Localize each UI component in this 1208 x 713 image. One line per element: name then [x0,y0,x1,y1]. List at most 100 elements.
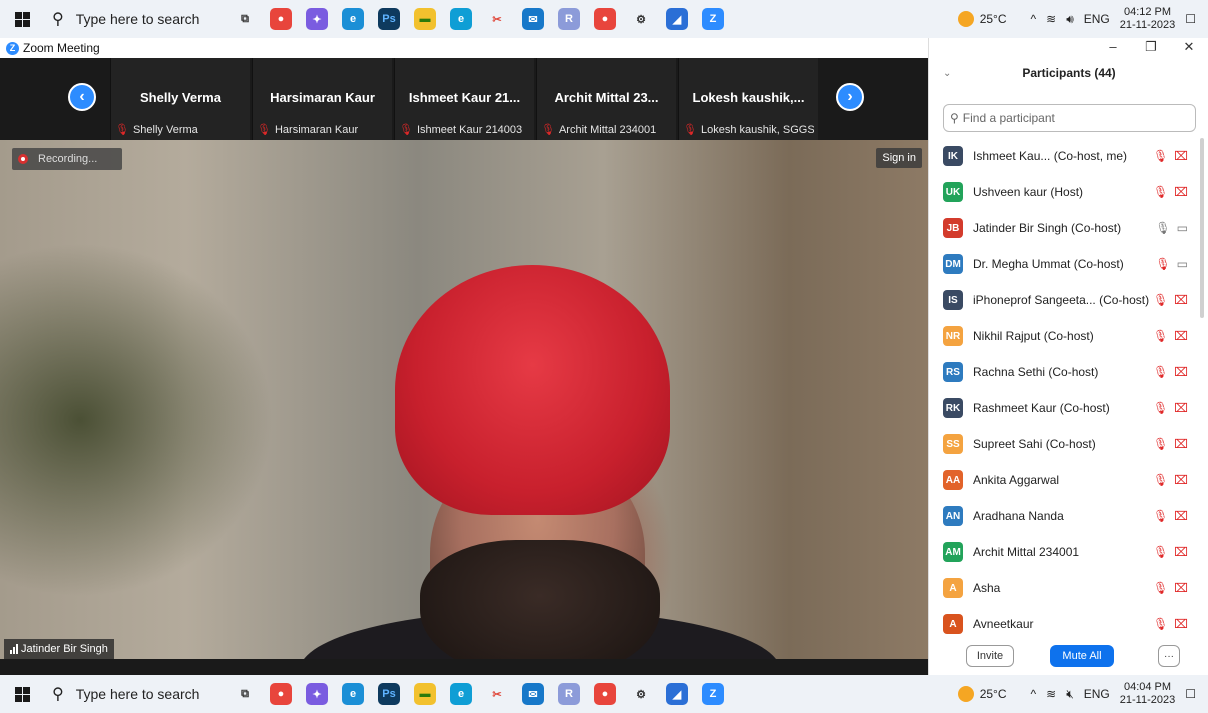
participant-row[interactable]: AA Ankita Aggarwal 🎙︎ ⌧ [943,462,1188,498]
snipping-tool-icon[interactable]: ✂ [486,8,508,30]
network-icon[interactable]: ≋ [1046,12,1056,26]
participant-row[interactable]: IS iPhoneprof Sangeeta... (Co-host) 🎙︎ ⌧ [943,282,1188,318]
participant-search-input[interactable]: ⚲ Find a participant [943,104,1196,132]
copilot-icon[interactable]: ✦ [306,8,328,30]
chevron-up-icon[interactable]: ^ [1031,687,1037,701]
participant-row[interactable]: SS Supreet Sahi (Co-host) 🎙︎ ⌧ [943,426,1188,462]
participant-row[interactable]: IK Ishmeet Kau... (Co-host, me) 🎙︎ ⌧ [943,138,1188,174]
mic-muted-icon[interactable]: 🎙︎ [1153,329,1168,343]
participant-row[interactable]: AM Archit Mittal 234001 🎙︎ ⌧ [943,534,1188,570]
mic-icon[interactable]: 🎙︎ [1155,221,1170,235]
video-off-icon[interactable]: ⌧ [1174,365,1188,379]
participant-tile[interactable]: Archit Mittal 23... 🎙︎ Archit Mittal 23400… [536,58,676,140]
video-off-icon[interactable]: ⌧ [1174,581,1188,595]
taskbar-search[interactable]: ⚲ Type here to search [44,675,224,713]
video-off-icon[interactable]: ⌧ [1174,545,1188,559]
chevron-up-icon[interactable]: ^ [1031,12,1037,26]
weather-widget[interactable]: 25°C [957,11,1007,27]
windows-start-icon[interactable] [0,0,44,38]
r-icon[interactable]: R [558,8,580,30]
close-icon[interactable]: ✕ [1170,38,1208,58]
participant-tile[interactable]: Ishmeet Kaur 21... 🎙︎ Ishmeet Kaur 214003 [394,58,534,140]
edge-icon[interactable]: e [342,683,364,705]
participant-row[interactable]: RS Rachna Sethi (Co-host) 🎙︎ ⌧ [943,354,1188,390]
mic-muted-icon[interactable]: 🎙︎ [1153,509,1168,523]
video-off-icon[interactable]: ⌧ [1174,293,1188,307]
mic-muted-icon[interactable]: 🎙︎ [1153,437,1168,451]
notification-icon[interactable]: ☐ [1185,12,1196,26]
video-icon[interactable]: ▭ [1177,257,1188,271]
lang-indicator[interactable]: ENG [1084,687,1110,701]
participant-row[interactable]: AN Aradhana Nanda 🎙︎ ⌧ [943,498,1188,534]
photoshop-icon[interactable]: Ps [378,8,400,30]
file-explorer-icon[interactable]: ▬ [414,683,436,705]
taskbar-search[interactable]: ⚲ Type here to search [44,0,224,38]
photos-icon[interactable]: ◢ [666,8,688,30]
participant-row[interactable]: RK Rashmeet Kaur (Co-host) 🎙︎ ⌧ [943,390,1188,426]
mail-icon[interactable]: ✉ [522,8,544,30]
video-off-icon[interactable]: ⌧ [1174,329,1188,343]
chrome-icon[interactable]: ● [270,683,292,705]
mic-muted-icon[interactable]: 🎙︎ [1153,545,1168,559]
video-off-icon[interactable]: ⌧ [1174,509,1188,523]
network-icon[interactable]: ≋ [1046,687,1056,701]
mic-muted-icon[interactable]: 🎙︎ [1155,257,1170,271]
mic-muted-icon[interactable]: 🎙︎ [1153,149,1168,163]
chrome-alt-icon[interactable]: ● [594,683,616,705]
restore-icon[interactable]: ❐ [1132,38,1170,58]
file-explorer-icon[interactable]: ▬ [414,8,436,30]
mic-muted-icon[interactable]: 🎙︎ [1153,581,1168,595]
video-off-icon[interactable]: ⌧ [1174,617,1188,631]
participant-list-scrollbar[interactable] [1200,138,1204,318]
video-off-icon[interactable]: ⌧ [1174,401,1188,415]
participant-tile[interactable]: Shelly Verma 🎙︎ Shelly Verma [110,58,250,140]
clock[interactable]: 04:12 PM 21-11-2023 [1120,6,1175,32]
zoom-icon[interactable]: Z [702,683,724,705]
video-icon[interactable]: ▭ [1177,221,1188,235]
settings-icon[interactable]: ⚙ [630,8,652,30]
participant-tile[interactable]: Harsimaran Kaur 🎙︎ Harsimaran Kaur [252,58,392,140]
mic-muted-icon[interactable]: 🎙︎ [1153,185,1168,199]
participant-row[interactable]: A Asha 🎙︎ ⌧ [943,570,1188,606]
video-off-icon[interactable]: ⌧ [1174,473,1188,487]
edge-browser-icon[interactable]: e [450,8,472,30]
r-icon[interactable]: R [558,683,580,705]
settings-icon[interactable]: ⚙ [630,683,652,705]
mic-muted-icon[interactable]: 🎙︎ [1153,401,1168,415]
chrome-alt-icon[interactable]: ● [594,8,616,30]
active-speaker-video[interactable]: Recording... Sign in Jatinder Bir Singh [0,140,928,659]
mic-muted-icon[interactable]: 🎙︎ [1153,617,1168,631]
weather-widget[interactable]: 25°C [957,686,1007,702]
sign-in-button[interactable]: Sign in [876,148,922,168]
snipping-tool-icon[interactable]: ✂ [486,683,508,705]
next-page-button[interactable]: › [836,83,864,111]
mic-muted-icon[interactable]: 🎙︎ [1153,293,1168,307]
prev-page-button[interactable]: ‹ [68,83,96,111]
mic-muted-icon[interactable]: 🎙︎ [1153,473,1168,487]
video-off-icon[interactable]: ⌧ [1174,149,1188,163]
task-view-icon[interactable]: ⧉ [234,683,256,705]
edge-icon[interactable]: e [342,8,364,30]
video-off-icon[interactable]: ⌧ [1174,437,1188,451]
windows-start-icon[interactable] [0,675,44,713]
participant-row[interactable]: DM Dr. Megha Ummat (Co-host) 🎙︎ ▭ [943,246,1188,282]
invite-button[interactable]: Invite [966,645,1014,667]
copilot-icon[interactable]: ✦ [306,683,328,705]
volume-muted-icon[interactable]: 🔇︎ [1066,687,1074,702]
notification-icon[interactable]: ☐ [1185,687,1196,701]
photos-icon[interactable]: ◢ [666,683,688,705]
participant-tile[interactable]: Lokesh kaushik,... 🎙︎ Lokesh kaushik, SGGS… [678,58,818,140]
edge-browser-icon[interactable]: e [450,683,472,705]
mic-muted-icon[interactable]: 🎙︎ [1153,365,1168,379]
recording-indicator[interactable]: Recording... [12,148,122,170]
photoshop-icon[interactable]: Ps [378,683,400,705]
zoom-icon[interactable]: Z [702,8,724,30]
task-view-icon[interactable]: ⧉ [234,8,256,30]
clock[interactable]: 04:04 PM 21-11-2023 [1120,681,1175,707]
mail-icon[interactable]: ✉ [522,683,544,705]
participant-row[interactable]: A Avneetkaur 🎙︎ ⌧ [943,606,1188,642]
mute-all-button[interactable]: Mute All [1050,645,1114,667]
chrome-icon[interactable]: ● [270,8,292,30]
volume-icon[interactable]: 🔊︎ [1066,12,1074,27]
lang-indicator[interactable]: ENG [1084,12,1110,26]
